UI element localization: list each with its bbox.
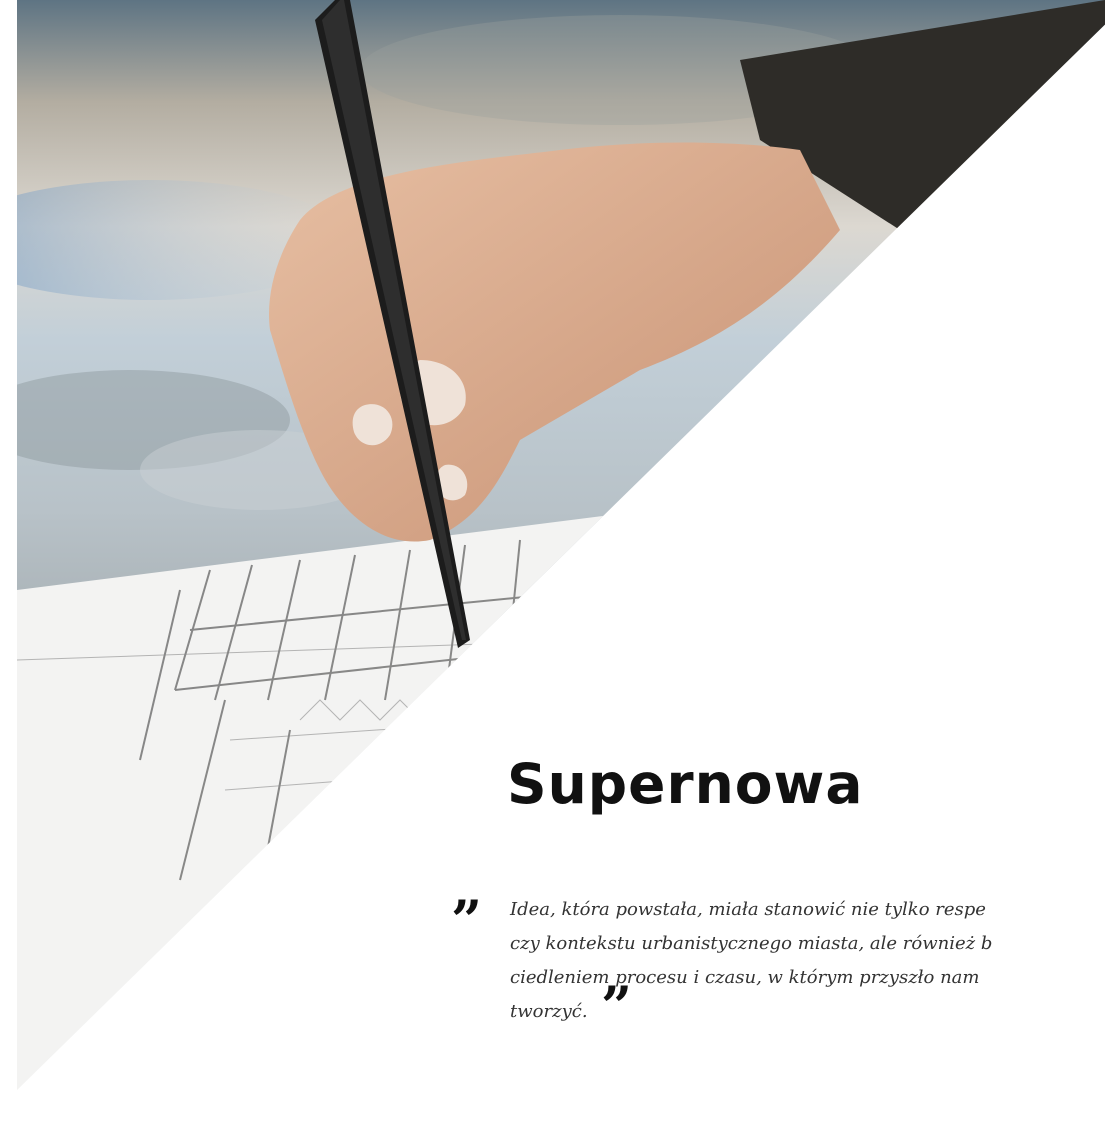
quote-close-icon: ”: [601, 974, 633, 1023]
quote-open-icon: ”: [451, 893, 483, 952]
quote: ” Idea, która powstała, miała stanowić n…: [451, 893, 1105, 1023]
quote-line: czy kontekstu urbanistycznego miasta, al…: [510, 933, 993, 954]
page-title: Supernowa: [507, 752, 864, 816]
quote-line: Idea, która powstała, miała stanowić nie…: [510, 899, 986, 920]
hero-section: Supernowa ” Idea, która powstała, miała …: [0, 0, 1105, 1133]
quote-line: tworzyć.: [510, 1001, 588, 1022]
quote-line: ciedleniem procesu i czasu, w którym prz…: [510, 967, 980, 988]
